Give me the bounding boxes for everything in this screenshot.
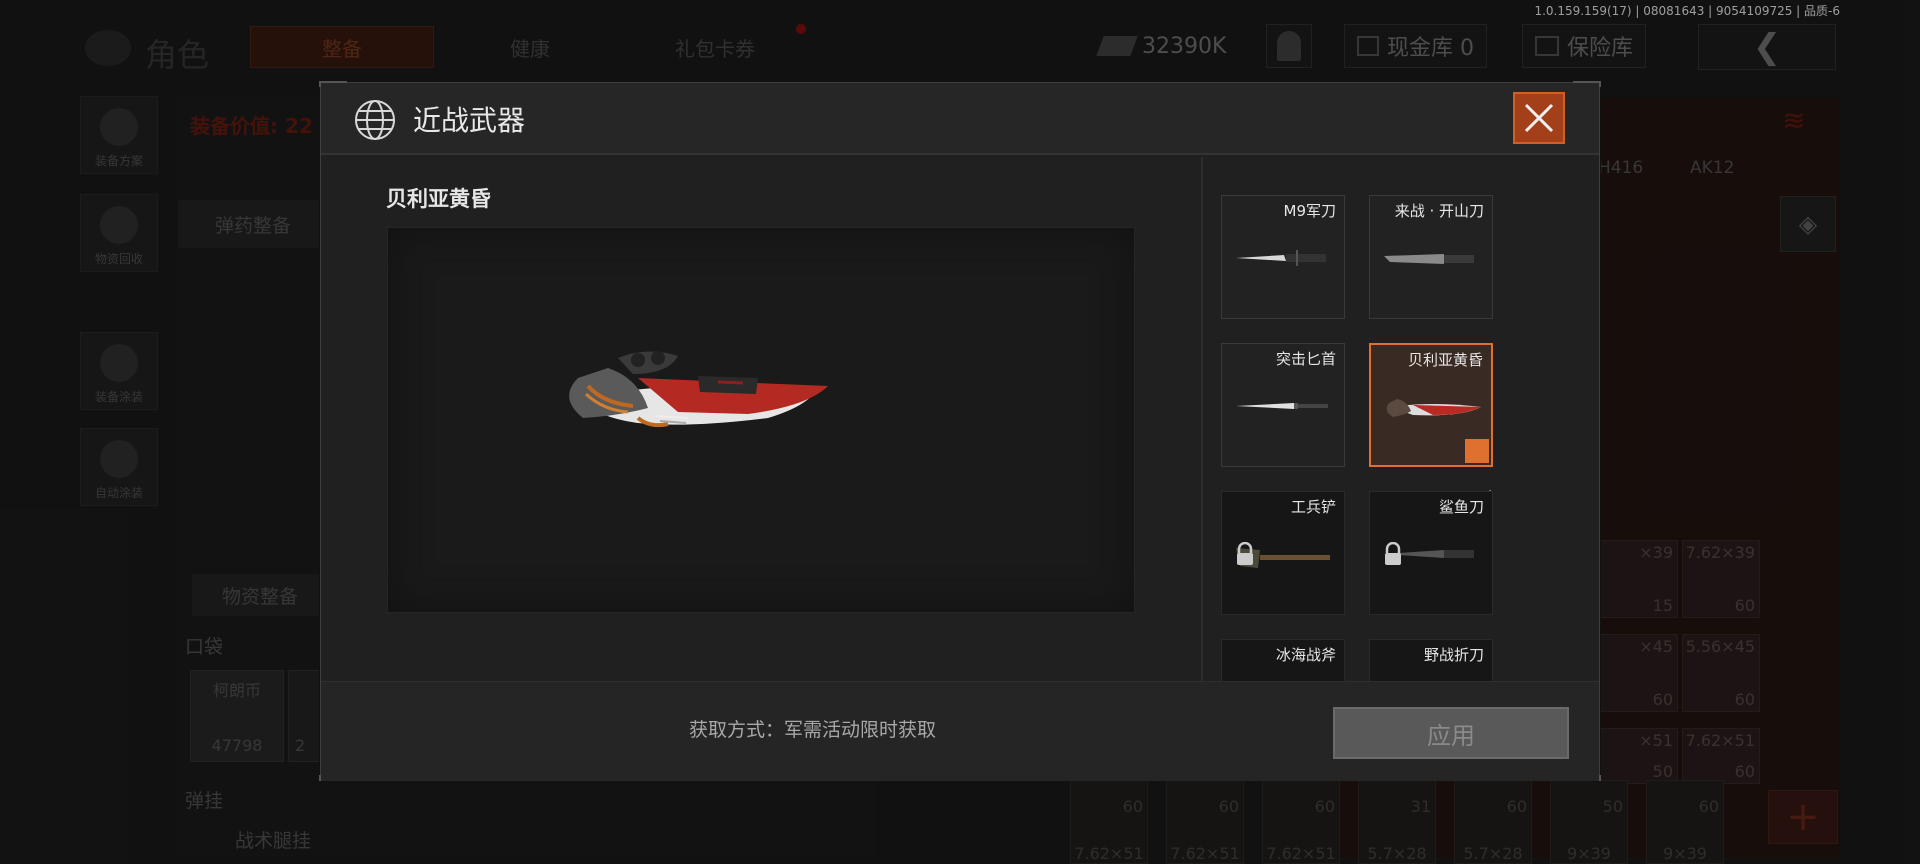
- selected-check-icon: [1465, 439, 1492, 502]
- weapon-card-name: 鲨鱼刀: [1438, 498, 1484, 516]
- apply-label: 应用: [1427, 721, 1475, 750]
- belia-dusk-icon: [1386, 399, 1481, 417]
- weapon-card-m9[interactable]: M9军刀: [1221, 195, 1345, 319]
- lock-icon: [1385, 542, 1401, 565]
- weapon-card-name: M9军刀: [1283, 202, 1337, 220]
- weapon-model-image: [569, 351, 828, 428]
- acquire-method: 获取方式：军需活动限时获取: [689, 719, 937, 741]
- weapon-card-name: 突击匕首: [1275, 350, 1336, 368]
- panel-divider: [1201, 157, 1203, 757]
- globe-icon: [355, 100, 395, 140]
- close-icon: [1524, 103, 1554, 133]
- dialog-title: 近战武器: [413, 104, 526, 137]
- weapon-card-name: 冰海战斧: [1275, 646, 1336, 664]
- weapon-card-machete[interactable]: 来战 · 开山刀: [1369, 195, 1493, 319]
- close-button[interactable]: [1513, 92, 1565, 144]
- lock-icon: [1237, 542, 1253, 565]
- weapon-preview[interactable]: [387, 227, 1135, 613]
- weapon-card-name: 来战 · 开山刀: [1394, 202, 1484, 220]
- weapon-card-belia-dusk[interactable]: 贝利亚黄昏: [1369, 343, 1493, 502]
- selected-weapon-name: 贝利亚黄昏: [386, 187, 491, 211]
- weapon-card-shovel[interactable]: 工兵铲: [1221, 491, 1345, 615]
- weapon-card-shark-knife[interactable]: 鲨鱼刀: [1369, 491, 1493, 615]
- knife-icon: [1236, 250, 1326, 266]
- weapon-card-name: 野战折刀: [1423, 646, 1484, 664]
- apply-button[interactable]: 应用: [1333, 707, 1569, 759]
- dialog-header: 近战武器: [321, 83, 1599, 155]
- dagger-icon: [1236, 403, 1328, 409]
- weapon-card-name: 工兵铲: [1290, 498, 1336, 516]
- weapon-card-name: 贝利亚黄昏: [1407, 351, 1483, 369]
- melee-weapon-dialog: 近战武器 贝利亚黄昏 M9军刀 来战 · 开山刀 突击匕首 贝利亚黄昏 工兵铲 …: [319, 81, 1601, 781]
- weapon-list: M9军刀 来战 · 开山刀 突击匕首 贝利亚黄昏 工兵铲 鲨鱼刀 冰海战斧 野战…: [1221, 157, 1581, 733]
- weapon-card-assault-dagger[interactable]: 突击匕首: [1221, 343, 1345, 467]
- machete-icon: [1384, 254, 1474, 264]
